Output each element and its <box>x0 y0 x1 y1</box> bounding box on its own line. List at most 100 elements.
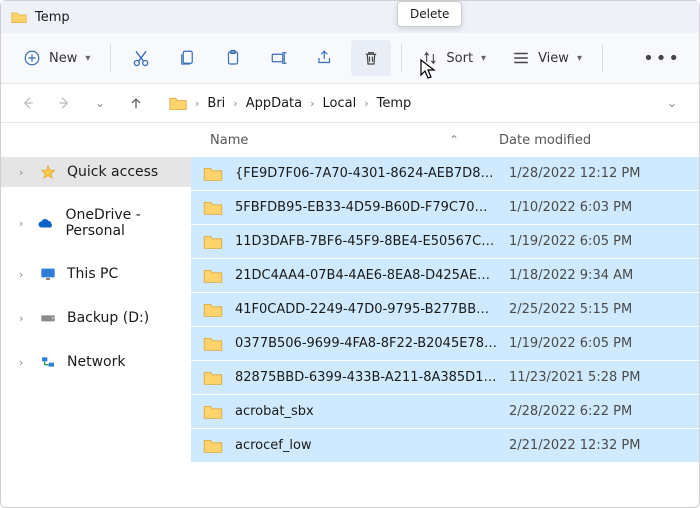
new-button[interactable]: New ▾ <box>13 43 100 73</box>
cut-button[interactable] <box>121 40 161 76</box>
chevron-right-icon: › <box>308 97 316 110</box>
breadcrumb[interactable]: › Bri › AppData › Local › Temp <box>165 94 651 113</box>
paste-icon <box>224 48 242 68</box>
file-row[interactable]: acrocef_low 2/21/2022 12:32 PM <box>191 429 699 463</box>
sidebar-item-label: Backup (D:) <box>67 310 149 326</box>
share-button[interactable] <box>305 40 345 76</box>
chevron-right-icon: › <box>19 268 29 281</box>
file-name: 21DC4AA4-07B4-4AE6-8EA8-D425AE532F09 <box>235 268 497 283</box>
file-date: 11/23/2021 5:28 PM <box>509 370 699 385</box>
folder-icon <box>203 336 223 352</box>
file-date: 1/10/2022 6:03 PM <box>509 200 699 215</box>
rename-icon <box>269 49 289 67</box>
file-date: 1/18/2022 9:34 AM <box>509 268 699 283</box>
folder-icon <box>203 268 223 284</box>
sidebar: › Quick access › OneDrive - Personal › T… <box>1 157 191 507</box>
file-row[interactable]: 82875BBD-6399-433B-A211-8A385D10EE7A 11/2… <box>191 361 699 395</box>
delete-tooltip: Delete <box>397 1 462 27</box>
arrow-right-icon <box>56 95 72 111</box>
separator <box>110 44 111 72</box>
file-date: 1/19/2022 6:05 PM <box>509 336 699 351</box>
file-date: 2/28/2022 6:22 PM <box>509 404 699 419</box>
drive-icon <box>39 309 57 327</box>
breadcrumb-item[interactable]: Temp <box>373 94 416 113</box>
sidebar-item-network[interactable]: › Network <box>1 347 191 377</box>
view-label: View <box>538 51 569 66</box>
sidebar-item-label: OneDrive - Personal <box>65 207 183 239</box>
chevron-down-icon: ▾ <box>85 53 90 64</box>
arrow-up-icon <box>128 95 144 111</box>
file-row[interactable]: {FE9D7F06-7A70-4301-8624-AEB7D841D7D5} 1/… <box>191 157 699 191</box>
cut-icon <box>131 48 151 68</box>
chevron-down-icon: ⌄ <box>95 96 105 110</box>
file-name: 5FBFDB95-EB33-4D59-B60D-F79C70D8D8FD <box>235 200 497 215</box>
sidebar-item-quickaccess[interactable]: › Quick access <box>1 157 191 187</box>
copy-button[interactable] <box>167 40 207 76</box>
sort-indicator-icon: ⌃ <box>449 133 499 147</box>
sidebar-item-backup[interactable]: › Backup (D:) <box>1 303 191 333</box>
folder-icon <box>203 302 223 318</box>
separator <box>602 44 603 72</box>
arrow-left-icon <box>20 95 36 111</box>
back-button[interactable] <box>13 88 43 118</box>
folder-icon <box>203 234 223 250</box>
delete-button[interactable] <box>351 40 391 76</box>
file-date: 1/28/2022 12:12 PM <box>509 166 699 181</box>
file-name: acrobat_sbx <box>235 404 497 419</box>
network-icon <box>39 353 57 371</box>
column-headers: Name ⌃ Date modified <box>1 123 699 157</box>
file-name: 41F0CADD-2249-47D0-9795-B277BBEA55A5 <box>235 302 497 317</box>
file-date: 2/21/2022 12:32 PM <box>509 438 699 453</box>
overflow-button[interactable]: ••• <box>637 48 687 69</box>
breadcrumb-item[interactable]: Bri <box>203 94 229 113</box>
mouse-cursor-icon <box>420 59 438 81</box>
file-name: {FE9D7F06-7A70-4301-8624-AEB7D841D7D5} <box>235 166 497 181</box>
forward-button[interactable] <box>49 88 79 118</box>
monitor-icon <box>39 265 57 283</box>
view-button[interactable]: View ▾ <box>502 45 592 72</box>
toolbar: New ▾ Sort ▾ View ▾ ••• <box>1 33 699 83</box>
file-date: 2/25/2022 5:15 PM <box>509 302 699 317</box>
sidebar-item-label: This PC <box>67 266 118 282</box>
folder-icon <box>203 200 223 216</box>
file-row[interactable]: acrobat_sbx 2/28/2022 6:22 PM <box>191 395 699 429</box>
file-row[interactable]: 41F0CADD-2249-47D0-9795-B277BBEA55A5 2/25… <box>191 293 699 327</box>
file-row[interactable]: 21DC4AA4-07B4-4AE6-8EA8-D425AE532F09 1/18… <box>191 259 699 293</box>
up-button[interactable] <box>121 88 151 118</box>
file-row[interactable]: 11D3DAFB-7BF6-45F9-8BE4-E50567C01E081/19… <box>191 225 699 259</box>
titlebar: Temp <box>1 1 699 33</box>
chevron-right-icon: › <box>19 312 29 325</box>
file-name: acrocef_low <box>235 438 497 453</box>
folder-icon <box>203 404 223 420</box>
chevron-right-icon: › <box>19 356 29 369</box>
window-title: Temp <box>35 10 70 25</box>
chevron-down-icon: ▾ <box>577 53 582 64</box>
sidebar-item-onedrive[interactable]: › OneDrive - Personal <box>1 201 191 245</box>
main-area: › Quick access › OneDrive - Personal › T… <box>1 157 699 507</box>
folder-icon <box>169 96 187 111</box>
breadcrumb-item[interactable]: Local <box>319 94 361 113</box>
recent-button[interactable]: ⌄ <box>85 88 115 118</box>
view-icon <box>512 51 530 65</box>
breadcrumb-root[interactable] <box>165 94 191 113</box>
rename-button[interactable] <box>259 40 299 76</box>
copy-icon <box>178 48 196 68</box>
trash-icon <box>362 48 380 68</box>
file-row[interactable]: 0377B506-9699-4FA8-8F22-B2045E785FA4 1/19… <box>191 327 699 361</box>
folder-icon <box>203 438 223 454</box>
folder-icon <box>203 370 223 386</box>
sidebar-item-thispc[interactable]: › This PC <box>1 259 191 289</box>
breadcrumb-dropdown[interactable]: ⌄ <box>657 88 687 118</box>
breadcrumb-item[interactable]: AppData <box>242 94 306 113</box>
column-date[interactable]: Date modified <box>499 133 689 148</box>
file-name: 0377B506-9699-4FA8-8F22-B2045E785FA4 <box>235 336 497 351</box>
new-label: New <box>49 51 77 66</box>
chevron-down-icon: ▾ <box>481 53 486 64</box>
chevron-right-icon: › <box>362 97 370 110</box>
cloud-icon <box>37 214 55 232</box>
column-name[interactable]: Name <box>196 133 449 148</box>
paste-button[interactable] <box>213 40 253 76</box>
file-name: 82875BBD-6399-433B-A211-8A385D10EE7A <box>235 370 497 385</box>
chevron-right-icon: › <box>193 97 201 110</box>
file-row[interactable]: 5FBFDB95-EB33-4D59-B60D-F79C70D8D8FD 1/10… <box>191 191 699 225</box>
